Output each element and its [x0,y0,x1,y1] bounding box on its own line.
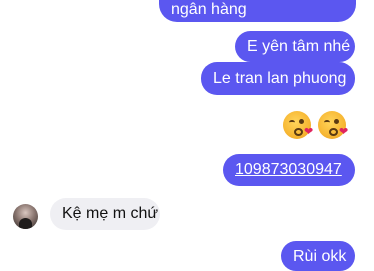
kissing-face-with-heart-icon[interactable]: ❤ [283,111,313,139]
message-link-text[interactable]: 109873030947 [235,161,342,178]
message-outgoing-1[interactable]: ngân hàng [159,0,356,22]
message-text: Le tran lan phuong [213,70,347,87]
message-text: E yên tâm nhé [247,38,351,55]
contact-avatar[interactable] [13,204,38,229]
message-text: ngân hàng [171,1,247,18]
message-outgoing-2[interactable]: E yên tâm nhé [235,31,355,62]
message-outgoing-3[interactable]: Le tran lan phuong [201,62,355,95]
kissing-face-with-heart-icon[interactable]: ❤ [318,111,348,139]
message-outgoing-5[interactable]: Rùi okk [281,241,355,271]
message-outgoing-4[interactable]: 109873030947 [223,154,355,186]
message-incoming-1[interactable]: Kệ mẹ m chứ [50,198,160,230]
message-text: Kệ mẹ m chứ [62,205,159,222]
